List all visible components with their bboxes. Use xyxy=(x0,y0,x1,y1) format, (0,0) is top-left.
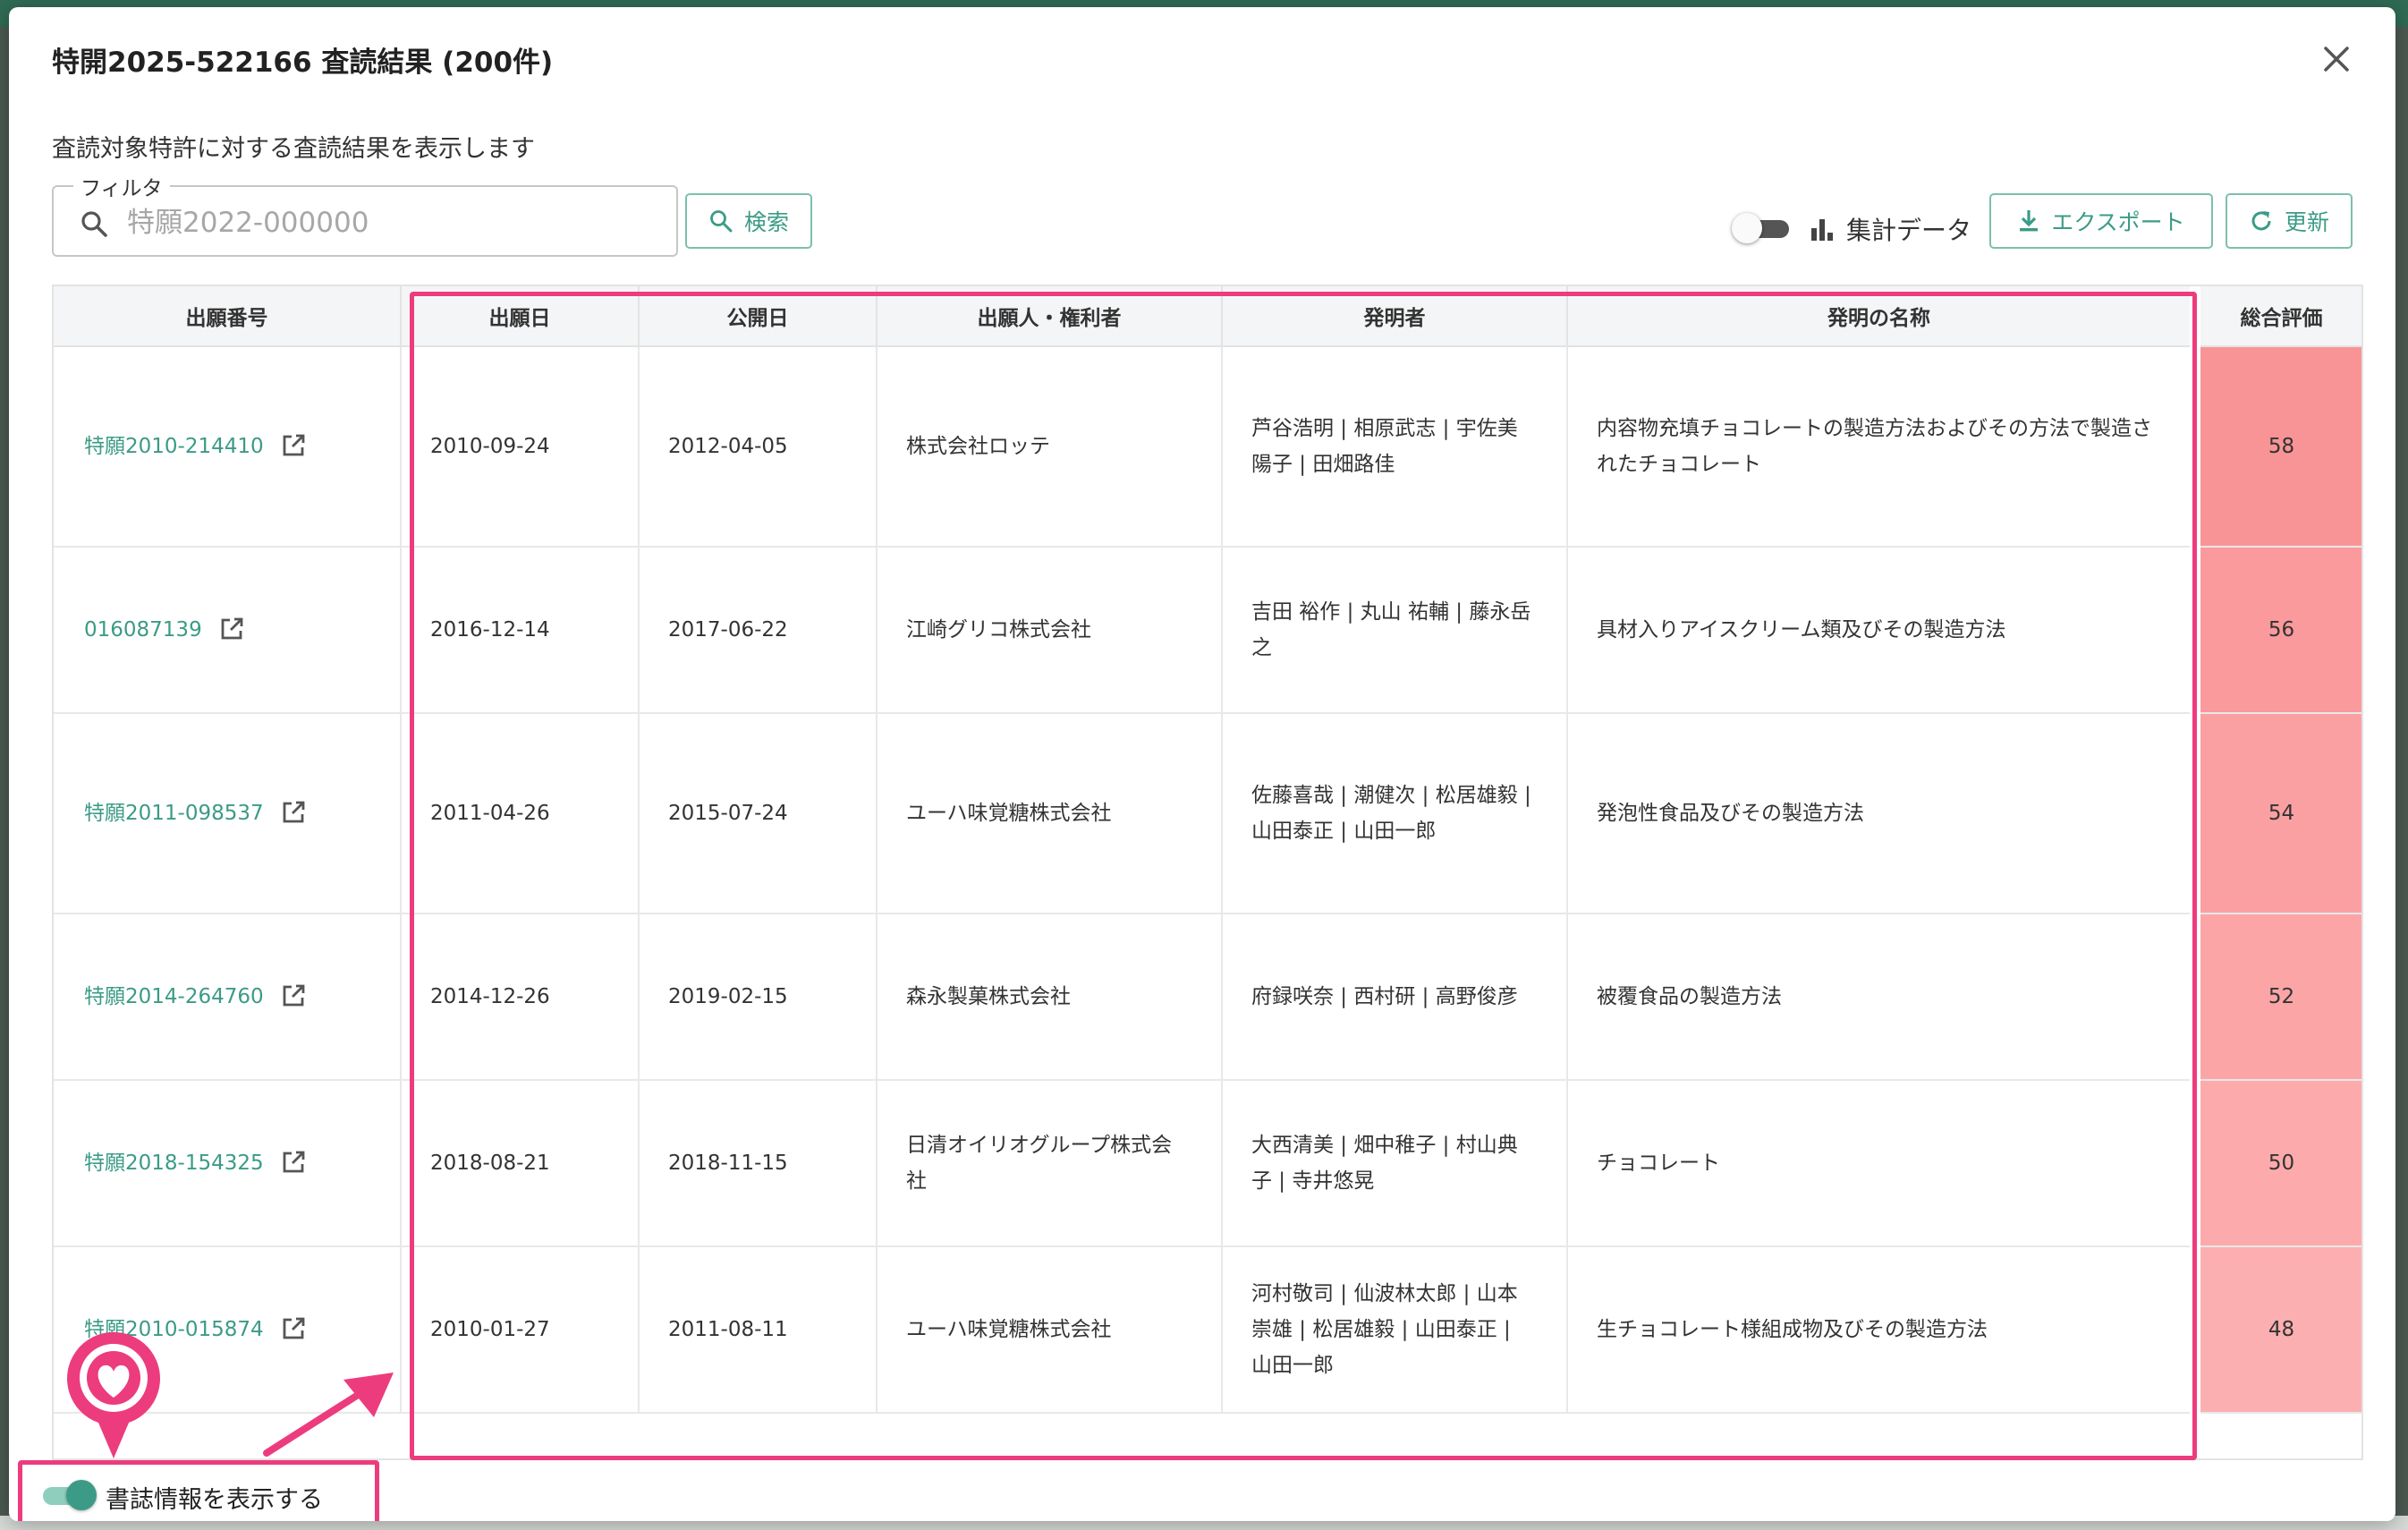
app-no-cell: 016087139 xyxy=(54,547,402,714)
invention-title-cell: チョコレート xyxy=(1567,1080,2196,1247)
search-button[interactable]: 検索 xyxy=(685,193,812,249)
table-header-row: 出願番号 出願日 公開日 出願人・権利者 発明者 発明の名称 総合評価 xyxy=(54,286,2361,347)
bibliography-toggle-knob xyxy=(66,1480,97,1510)
score-cell: 52 xyxy=(2190,914,2361,1081)
app-no-cell: 特願2011-098537 xyxy=(54,713,402,914)
col-header-inventors[interactable]: 発明者 xyxy=(1222,286,1568,347)
search-button-label: 検索 xyxy=(743,209,789,235)
search-icon xyxy=(710,210,733,233)
score-cell: 54 xyxy=(2190,713,2361,914)
download-icon xyxy=(2020,210,2039,232)
app-no-cell: 特願2010-214410 xyxy=(54,346,402,548)
app-no-link[interactable]: 特願2010-214410 xyxy=(84,435,264,458)
inventors-cell: 佐藤喜哉 | 潮健次 | 松居雄毅 | 山田泰正 | 山田一郎 xyxy=(1222,713,1568,914)
invention-title-cell: 内容物充填チョコレートの製造方法およびその方法で製造されたチョコレート xyxy=(1567,346,2196,548)
table-row[interactable]: 特願2018-154325 2018-08-21 2018-11-15 日清オイ… xyxy=(54,1080,2361,1247)
table-row[interactable]: 特願2011-098537 2011-04-26 2015-07-24 ユーハ味… xyxy=(54,713,2361,914)
col-header-app-no[interactable]: 出願番号 xyxy=(54,286,402,347)
applicant-cell: ユーハ味覚糖株式会社 xyxy=(877,1246,1223,1414)
published-date-cell: 2011-08-11 xyxy=(639,1246,878,1414)
score-cell: 56 xyxy=(2190,547,2361,714)
external-link-icon[interactable] xyxy=(218,616,245,642)
app-no-link[interactable]: 016087139 xyxy=(84,618,202,642)
filed-date-cell: 2018-08-21 xyxy=(401,1080,640,1247)
app-no-cell: 特願2014-264760 xyxy=(54,914,402,1081)
filter-legend: フィルタ xyxy=(73,171,170,201)
inventors-cell: 吉田 裕作 | 丸山 祐輔 | 藤永岳之 xyxy=(1222,547,1568,714)
search-icon xyxy=(81,211,107,237)
filed-date-cell: 2016-12-14 xyxy=(401,547,640,714)
inventors-cell: 大西清美 | 畑中稚子 | 村山典子 | 寺井悠晃 xyxy=(1222,1080,1568,1247)
col-header-published[interactable]: 公開日 xyxy=(639,286,878,347)
dialog-title: 特開2025-522166 査読結果 (200件) xyxy=(52,47,554,79)
applicant-cell: 森永製菓株式会社 xyxy=(877,914,1223,1081)
invention-title-cell: 具材入りアイスクリーム類及びその製造方法 xyxy=(1567,547,2196,714)
col-header-score[interactable]: 総合評価 xyxy=(2190,286,2361,347)
close-icon[interactable] xyxy=(2315,38,2358,81)
inventors-cell: 芦谷浩明 | 相原武志 | 宇佐美陽子 | 田畑路佳 xyxy=(1222,346,1568,548)
arrow-annotation-icon xyxy=(263,1373,394,1457)
refresh-button-label: 更新 xyxy=(2284,209,2329,235)
filed-date-cell: 2014-12-26 xyxy=(401,914,640,1081)
filter-input[interactable] xyxy=(125,200,648,246)
refresh-icon xyxy=(2251,211,2271,231)
invention-title-cell: 被覆食品の製造方法 xyxy=(1567,914,2196,1081)
app-no-link[interactable]: 特願2014-264760 xyxy=(84,985,264,1008)
app-no-link[interactable]: 特願2018-154325 xyxy=(84,1152,264,1175)
score-cell: 48 xyxy=(2190,1246,2361,1414)
export-button-label: エクスポート xyxy=(2051,209,2185,235)
export-button[interactable]: エクスポート xyxy=(1989,193,2213,249)
inventors-cell: 府録咲奈 | 西村研 | 高野俊彦 xyxy=(1222,914,1568,1081)
invention-title-cell: 生チョコレート様組成物及びその製造方法 xyxy=(1567,1246,2196,1414)
stats-label-text: 集計データ xyxy=(1846,216,1972,245)
external-link-icon[interactable] xyxy=(280,1315,307,1342)
results-dialog: 特開2025-522166 査読結果 (200件) 査読対象特許に対する査読結果… xyxy=(9,7,2395,1521)
applicant-cell: 江崎グリコ株式会社 xyxy=(877,547,1223,714)
table-row[interactable]: 016087139 2016-12-14 2017-06-22 江崎グリコ株式会… xyxy=(54,547,2361,714)
external-link-icon[interactable] xyxy=(280,432,307,459)
published-date-cell: 2019-02-15 xyxy=(639,914,878,1081)
table-row[interactable]: 特願2010-214410 2010-09-24 2012-04-05 株式会社… xyxy=(54,346,2361,548)
external-link-icon[interactable] xyxy=(280,799,307,826)
stats-toggle-knob xyxy=(1732,213,1762,243)
inventors-cell: 河村敬司 | 仙波林太郎 | 山本崇雄 | 松居雄毅 | 山田泰正 | 山田一郎 xyxy=(1222,1246,1568,1414)
invention-title-cell: 発泡性食品及びその製造方法 xyxy=(1567,713,2196,914)
app-no-cell: 特願2018-154325 xyxy=(54,1080,402,1247)
results-table: 出願番号 出願日 公開日 出願人・権利者 発明者 発明の名称 総合評価 特願20… xyxy=(52,285,2363,1460)
heart-pin-icon xyxy=(67,1331,160,1458)
applicant-cell: 株式会社ロッテ xyxy=(877,346,1223,548)
applicant-cell: 日清オイリオグループ株式会社 xyxy=(877,1080,1223,1247)
bar-chart-icon xyxy=(1811,219,1833,241)
col-header-title[interactable]: 発明の名称 xyxy=(1567,286,2196,347)
published-date-cell: 2017-06-22 xyxy=(639,547,878,714)
filed-date-cell: 2010-09-24 xyxy=(401,346,640,548)
col-header-filed[interactable]: 出願日 xyxy=(401,286,640,347)
col-header-applicant[interactable]: 出願人・権利者 xyxy=(877,286,1223,347)
score-cell: 58 xyxy=(2190,346,2361,548)
applicant-cell: ユーハ味覚糖株式会社 xyxy=(877,713,1223,914)
stats-toggle[interactable] xyxy=(1732,211,1794,247)
app-no-link[interactable]: 特願2011-098537 xyxy=(84,802,264,825)
filter-field[interactable]: フィルタ xyxy=(52,171,678,257)
published-date-cell: 2012-04-05 xyxy=(639,346,878,548)
bibliography-toggle[interactable] xyxy=(43,1480,100,1512)
published-date-cell: 2018-11-15 xyxy=(639,1080,878,1247)
external-link-icon[interactable] xyxy=(280,982,307,1009)
dialog-subtitle: 査読対象特許に対する査読結果を表示します xyxy=(52,135,535,163)
bibliography-toggle-label[interactable]: 書誌情報を表示する xyxy=(106,1480,323,1515)
score-cell: 50 xyxy=(2190,1080,2361,1247)
external-link-icon[interactable] xyxy=(280,1149,307,1176)
published-date-cell: 2015-07-24 xyxy=(639,713,878,914)
filed-date-cell: 2011-04-26 xyxy=(401,713,640,914)
filed-date-cell: 2010-01-27 xyxy=(401,1246,640,1414)
table-row[interactable]: 特願2014-264760 2014-12-26 2019-02-15 森永製菓… xyxy=(54,914,2361,1081)
refresh-button[interactable]: 更新 xyxy=(2226,193,2353,249)
stats-data-label[interactable]: 集計データ xyxy=(1809,211,1971,247)
